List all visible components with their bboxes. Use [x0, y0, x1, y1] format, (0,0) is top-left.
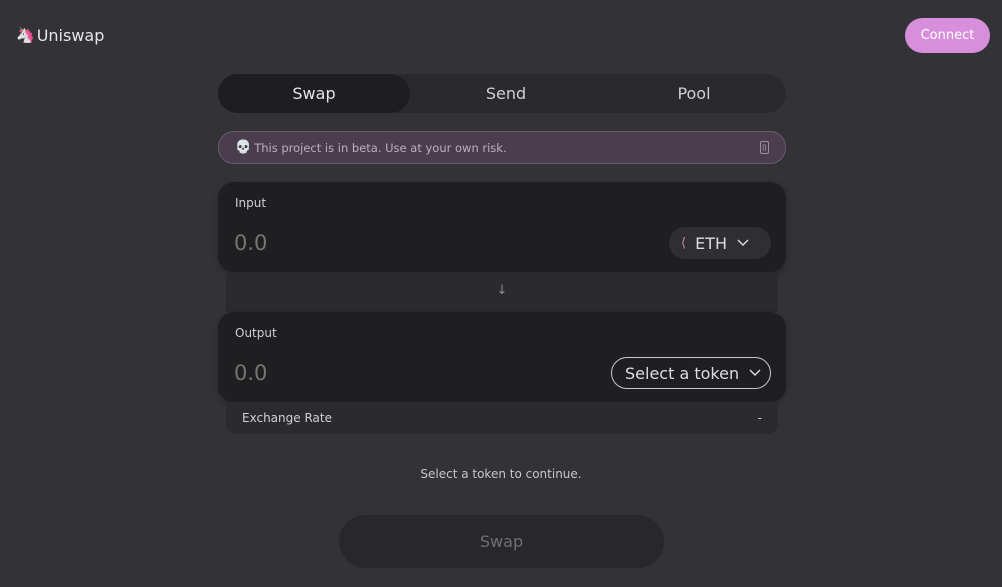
beta-warning-banner: 💀 This project is in beta. Use at your o… [218, 131, 786, 164]
skull-icon: 💀 [235, 140, 252, 155]
nav-tabs: Swap Send Pool [218, 74, 786, 113]
warning-text: This project is in beta. Use at your own… [254, 140, 507, 155]
output-panel: Output Select a token [218, 312, 786, 402]
unicorn-icon: 🦄 [16, 26, 35, 44]
exchange-rate-row: Exchange Rate - [226, 402, 778, 434]
input-amount-field[interactable] [234, 231, 534, 255]
tab-pool[interactable]: Pool [602, 74, 786, 113]
tab-swap[interactable]: Swap [218, 74, 410, 113]
eth-icon: ⟨ [681, 235, 687, 251]
exchange-rate-label: Exchange Rate [242, 411, 332, 425]
connect-button[interactable]: Connect [905, 18, 990, 53]
status-hint: Select a token to continue. [420, 467, 582, 481]
swap-direction-strip: ↓ [226, 272, 778, 312]
exchange-rate-value: - [757, 411, 762, 425]
output-amount-field[interactable] [234, 361, 534, 385]
app-root: 🦄 Uniswap Connect Swap Send Pool 💀 This … [0, 0, 1002, 587]
arrow-down-icon[interactable]: ↓ [226, 283, 778, 298]
output-token-select[interactable]: Select a token [611, 357, 771, 389]
close-icon[interactable]: ⌷ [760, 141, 769, 154]
output-token-label: Select a token [625, 363, 740, 383]
swap-button[interactable]: Swap [339, 515, 664, 568]
logo-text: Uniswap [36, 26, 105, 45]
input-panel: Input ⟨ ETH [218, 182, 786, 272]
input-token-select[interactable]: ⟨ ETH [669, 227, 771, 259]
input-label: Input [235, 196, 267, 210]
output-label: Output [235, 326, 277, 340]
tab-send[interactable]: Send [410, 74, 602, 113]
input-token-label: ETH [695, 233, 727, 253]
logo[interactable]: 🦄 Uniswap [16, 26, 104, 45]
chevron-down-icon [749, 366, 761, 380]
chevron-down-icon [737, 236, 749, 250]
